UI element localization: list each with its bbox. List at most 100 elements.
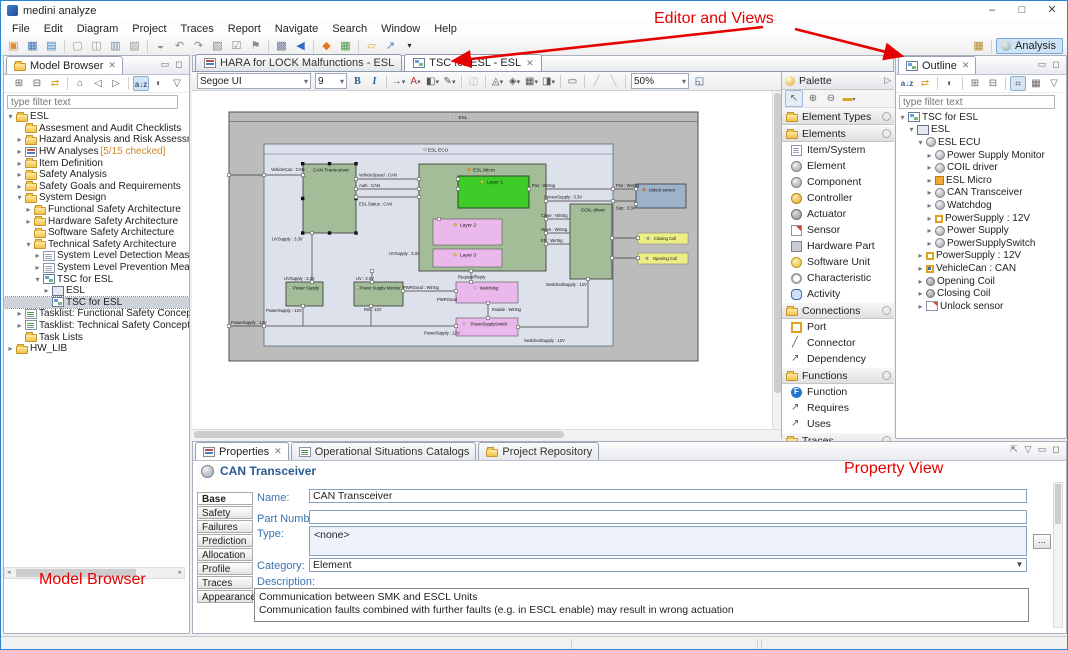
expand-all-icon[interactable]: ⊞ xyxy=(11,76,27,91)
paste-icon[interactable]: ▨ xyxy=(209,38,226,54)
port[interactable] xyxy=(634,202,637,205)
port[interactable] xyxy=(611,187,614,190)
palette-item-component[interactable]: Component xyxy=(782,174,894,190)
model-browser-item-system-level-prevention-measures[interactable]: ▸System Level Prevention Measures xyxy=(4,262,189,274)
port[interactable] xyxy=(227,173,230,176)
copy-icon[interactable]: ◫ xyxy=(88,38,105,54)
port[interactable] xyxy=(544,242,547,245)
maximize-view-icon[interactable]: ◻ xyxy=(1049,444,1063,456)
side-tab-allocation[interactable]: Allocation xyxy=(197,548,253,561)
side-tab-prediction[interactable]: Prediction xyxy=(197,534,253,547)
block-watchdog[interactable]: Watchdog xyxy=(456,282,518,303)
new-diagram-icon[interactable]: ▤ xyxy=(43,38,60,54)
expand-arrow-icon[interactable]: ▸ xyxy=(24,205,33,214)
expand-arrow-icon[interactable]: ▸ xyxy=(916,289,925,298)
name-field[interactable] xyxy=(309,489,1027,503)
link-editor-icon[interactable]: ⇄ xyxy=(47,76,63,91)
model-browser-item-item-definition[interactable]: ▸Item Definition xyxy=(4,157,189,169)
model-browser-item-tasklist-technical-safety-concept[interactable]: ▸Tasklist: Technical Safety Concept[10/2… xyxy=(4,320,189,332)
model-browser-item-hw-analyses[interactable]: ▸HW Analyses[5/15 checked] xyxy=(4,146,189,158)
outline-item-powersupplyswitch[interactable]: ▸PowerSupplySwitch xyxy=(896,237,1066,250)
perspective-analysis-button[interactable]: Analysis xyxy=(996,38,1063,54)
note-tool-icon[interactable]: ▬▾ xyxy=(841,91,857,106)
block-coil-driver[interactable]: COIL driver xyxy=(570,204,612,279)
model-browser-item-hazard-analysis-and-risk-assessment[interactable]: ▸Hazard Analysis and Risk Assessment xyxy=(4,134,189,146)
report-icon[interactable]: ▩ xyxy=(273,38,290,54)
order-icon[interactable]: ◨▾ xyxy=(541,74,556,89)
expand-arrow-icon[interactable]: ▸ xyxy=(42,286,51,295)
print-icon[interactable]: ▥ xyxy=(107,38,124,54)
close-view-icon[interactable]: ✕ xyxy=(108,60,116,71)
port[interactable] xyxy=(544,217,547,220)
port[interactable] xyxy=(227,324,230,327)
port[interactable] xyxy=(262,324,265,327)
expand-arrow-icon[interactable]: ▸ xyxy=(33,251,42,260)
line-color-icon[interactable]: ✎▾ xyxy=(442,74,457,89)
outline-item-power-supply-monitor[interactable]: ▸Power Supply Monitor xyxy=(896,149,1066,162)
menu-file[interactable]: File xyxy=(5,22,37,36)
validate-icon[interactable]: ☑ xyxy=(228,38,245,54)
collapse-all-icon[interactable]: ⊟ xyxy=(29,76,45,91)
palette-item-characteristic[interactable]: Characteristic xyxy=(782,270,894,286)
arrow-style-icon[interactable]: →▾ xyxy=(391,74,406,89)
new-model-icon[interactable]: ▣ xyxy=(5,38,22,54)
fit-page-icon[interactable]: ◱ xyxy=(692,74,707,89)
palette-item-uses[interactable]: Uses xyxy=(782,416,894,432)
view-menu-icon[interactable]: ▽ xyxy=(169,76,185,91)
redo-icon[interactable]: ↷ xyxy=(190,38,207,54)
align-icon[interactable]: ◈▾ xyxy=(507,74,522,89)
port[interactable] xyxy=(456,187,459,190)
outline-item-coil-driver[interactable]: ▸COIL driver xyxy=(896,161,1066,174)
palette-group-element-types[interactable]: Element Types xyxy=(782,108,894,125)
comment-icon[interactable]: ◒ xyxy=(152,38,169,54)
layout-icon[interactable]: ▦▾ xyxy=(524,74,539,89)
expand-arrow-icon[interactable]: ▸ xyxy=(15,135,24,144)
category-dropdown-arrow-icon[interactable]: ▼ xyxy=(1013,559,1026,571)
outline-item-tsc-for-esl[interactable]: ▾TSC for ESL xyxy=(896,111,1066,124)
port[interactable] xyxy=(370,269,373,272)
expand-all-icon[interactable]: ⊞ xyxy=(967,76,983,91)
audio-icon[interactable]: ◀ xyxy=(292,38,309,54)
view-menu-icon[interactable]: ▽ xyxy=(1046,76,1062,91)
flag-icon[interactable]: ⚑ xyxy=(247,38,264,54)
port[interactable] xyxy=(527,187,530,190)
model-browser-item-system-level-detection-measures[interactable]: ▸System Level Detection Measures xyxy=(4,250,189,262)
outline-filter-input[interactable] xyxy=(899,95,1055,109)
palette-group-elements[interactable]: Elements xyxy=(782,125,894,142)
port[interactable] xyxy=(636,256,639,259)
link-editor-icon[interactable]: ⇄ xyxy=(917,76,933,91)
expand-arrow-icon[interactable]: ▸ xyxy=(15,182,24,191)
port[interactable] xyxy=(301,304,304,307)
bold-icon[interactable]: B xyxy=(350,74,365,89)
collapse-arrow-icon[interactable]: ▾ xyxy=(33,275,42,284)
model-browser-item-software-safety-architecture[interactable]: ▸Software Safety Architecture xyxy=(4,227,189,239)
palette-header[interactable]: Palette ▷ xyxy=(782,72,894,90)
model-browser-item-tsc-for-esl[interactable]: ▸TSC for ESL xyxy=(4,297,189,309)
save-icon[interactable]: ▢ xyxy=(69,38,86,54)
palette-item-controller[interactable]: Controller xyxy=(782,190,894,206)
collapse-arrow-icon[interactable]: ▾ xyxy=(898,113,907,122)
port[interactable] xyxy=(437,217,440,220)
palette-item-requires[interactable]: Requires xyxy=(782,400,894,416)
menu-window[interactable]: Window xyxy=(374,22,427,36)
viewport-icon[interactable]: ▭ xyxy=(565,74,580,89)
expand-arrow-icon[interactable]: ▸ xyxy=(925,239,934,248)
pin-view-icon[interactable]: ⇱ xyxy=(1007,444,1021,456)
port[interactable] xyxy=(516,325,519,328)
close-tab-icon[interactable]: ✕ xyxy=(274,446,282,457)
font-family-combo[interactable]: Segoe UI▾ xyxy=(197,73,311,89)
zoom-in-icon[interactable]: ⊕ xyxy=(805,91,821,106)
port[interactable] xyxy=(310,231,313,234)
port[interactable] xyxy=(469,269,472,272)
palette-item-activity[interactable]: Activity xyxy=(782,286,894,302)
port[interactable] xyxy=(417,177,420,180)
menu-diagram[interactable]: Diagram xyxy=(70,22,126,36)
expand-arrow-icon[interactable]: ▸ xyxy=(15,321,24,330)
filters-icon[interactable]: ◐ xyxy=(942,76,958,91)
model-browser-item-hardware-safety-architecture[interactable]: ▸Hardware Safety Architecture xyxy=(4,215,189,227)
block-can-transceiver[interactable]: CAN Transceiver xyxy=(301,162,358,235)
back-icon[interactable]: ◁ xyxy=(90,76,106,91)
open-icon[interactable]: ▱ xyxy=(363,38,380,54)
port[interactable] xyxy=(262,173,265,176)
model-browser-item-safety-goals-and-requirements[interactable]: ▸Safety Goals and Requirements xyxy=(4,181,189,193)
